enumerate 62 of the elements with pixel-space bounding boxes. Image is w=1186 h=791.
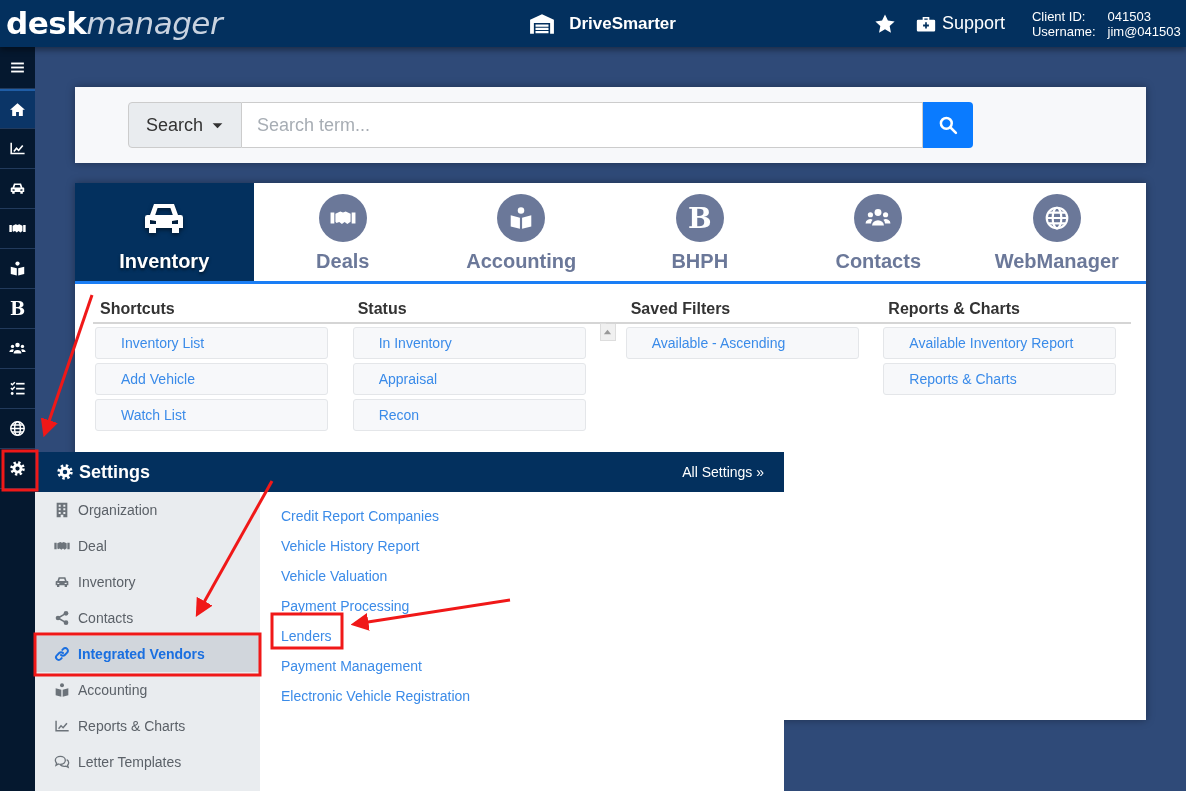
quick-link[interactable]: Available - Ascending — [625, 327, 859, 359]
section-heading: Saved Filters — [605, 284, 874, 324]
settings-link[interactable]: Lenders — [281, 621, 471, 651]
support-link[interactable]: Support — [915, 13, 1005, 34]
globe-icon — [1043, 205, 1070, 231]
settings-category[interactable]: Reports & Charts — [35, 708, 260, 744]
quick-link[interactable]: Watch List — [95, 399, 328, 431]
settings-link[interactable]: Credit Report Companies — [281, 501, 471, 531]
chart-icon — [54, 718, 70, 734]
section-heading: Reports & Charts — [863, 284, 1131, 324]
module-tab[interactable]: Inventory — [75, 183, 254, 281]
search-field[interactable]: Search term... — [242, 102, 923, 148]
settings-category[interactable]: Deal — [35, 528, 260, 564]
quick-link[interactable]: Reports & Charts — [883, 363, 1117, 395]
quick-link[interactable]: Appraisal — [352, 363, 586, 395]
logo[interactable]: deskmanager — [6, 8, 223, 39]
username-label: Username: — [1031, 23, 1096, 39]
settings-category[interactable]: Organization — [35, 492, 260, 528]
client-id: 041503 — [1107, 8, 1152, 24]
reader-icon — [9, 260, 26, 277]
quick-link[interactable]: Available Inventory Report — [883, 327, 1117, 359]
home-icon — [9, 101, 26, 118]
settings-icon — [56, 463, 74, 481]
star-icon[interactable] — [873, 12, 896, 35]
quick-link[interactable]: In Inventory — [352, 327, 586, 359]
chart-icon — [9, 140, 26, 157]
settings-category[interactable]: Inventory — [35, 564, 260, 600]
settings-category[interactable]: Letter Templates — [35, 744, 260, 780]
client-id-label: Client ID: — [1031, 8, 1087, 24]
settings-category[interactable]: Accounting — [35, 672, 260, 708]
settings-title: Settings — [56, 461, 150, 483]
search-icon — [938, 115, 958, 135]
comments-icon — [54, 754, 70, 770]
building-icon — [54, 502, 70, 518]
dealer-name: DriveSmarter — [569, 13, 676, 34]
settings-category[interactable]: Integrated Vendors — [35, 636, 260, 672]
search-scope-dropdown[interactable]: Search — [127, 102, 242, 148]
settings-link[interactable]: Vehicle History Report — [281, 531, 471, 561]
all-settings-link[interactable]: All Settings » — [682, 464, 764, 480]
checklist-icon — [9, 380, 26, 397]
search-button[interactable] — [923, 102, 973, 148]
quick-link[interactable]: Inventory List — [95, 327, 328, 359]
quick-link[interactable]: Recon — [352, 399, 586, 431]
link-icon — [54, 646, 70, 662]
sidebar-item[interactable] — [0, 89, 35, 129]
car-icon — [54, 574, 70, 590]
settings-category[interactable]: Contacts — [35, 600, 260, 636]
scrollbar[interactable] — [599, 323, 616, 341]
highlight-frame — [1, 449, 39, 492]
username: jim@041503 — [1107, 23, 1181, 39]
module-tab[interactable]: WebManager — [967, 183, 1146, 281]
section-heading: Shortcuts — [93, 284, 343, 324]
settings-link[interactable]: Payment Management — [281, 651, 471, 681]
share-icon — [54, 610, 70, 626]
reader-icon — [54, 682, 70, 698]
settings-link[interactable]: Vehicle Valuation — [281, 561, 471, 591]
settings-link[interactable]: Payment Processing — [281, 591, 471, 621]
settings-icon — [9, 460, 26, 477]
section-heading: Status — [332, 284, 616, 324]
settings-link[interactable]: Electronic Vehicle Registration — [281, 681, 471, 711]
globe-icon — [9, 420, 26, 437]
quick-link[interactable]: Add Vehicle — [95, 363, 328, 395]
